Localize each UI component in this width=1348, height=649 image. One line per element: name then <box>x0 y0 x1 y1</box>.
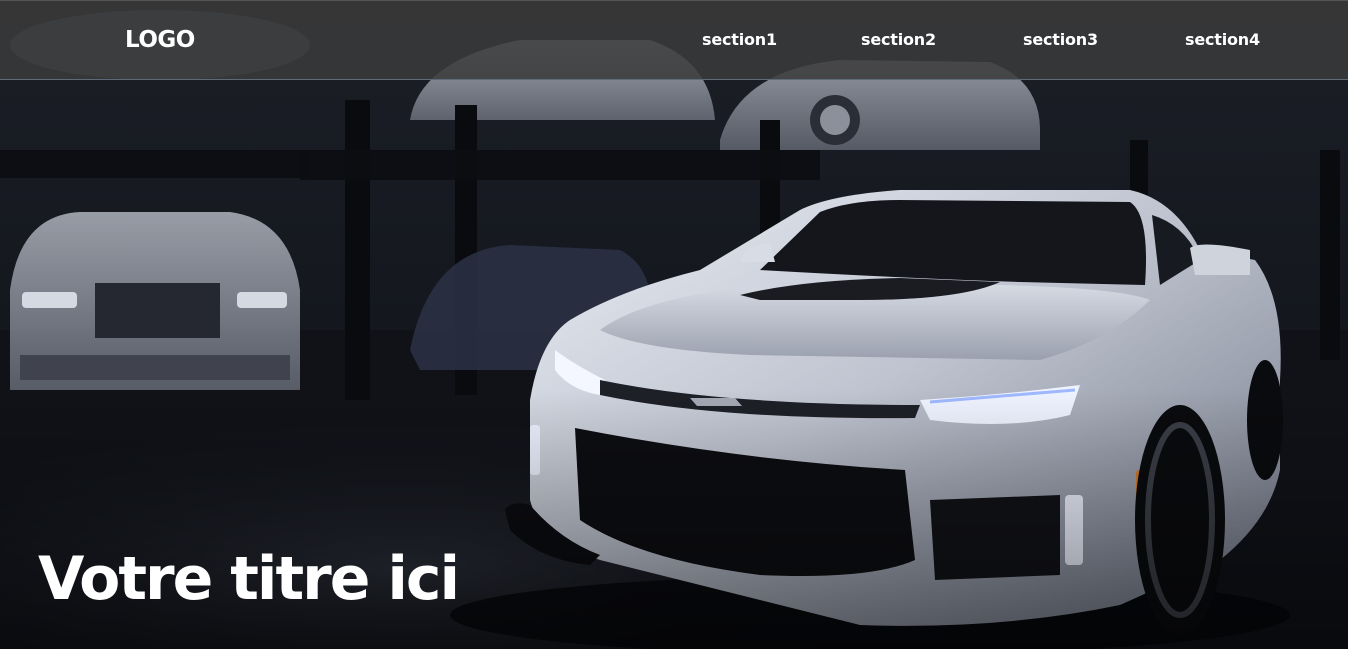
hero-section: LOGO section1 section2 section3 section4… <box>0 0 1348 649</box>
nav-link-section3[interactable]: section3 <box>1023 30 1098 49</box>
nav-link-section2[interactable]: section2 <box>861 30 936 49</box>
nav-link-section4[interactable]: section4 <box>1185 30 1260 49</box>
top-navbar: LOGO section1 section2 section3 section4 <box>0 0 1348 80</box>
site-logo[interactable]: LOGO <box>125 27 195 53</box>
hero-title: Votre titre ici <box>38 544 460 614</box>
nav-link-section1[interactable]: section1 <box>702 30 777 49</box>
